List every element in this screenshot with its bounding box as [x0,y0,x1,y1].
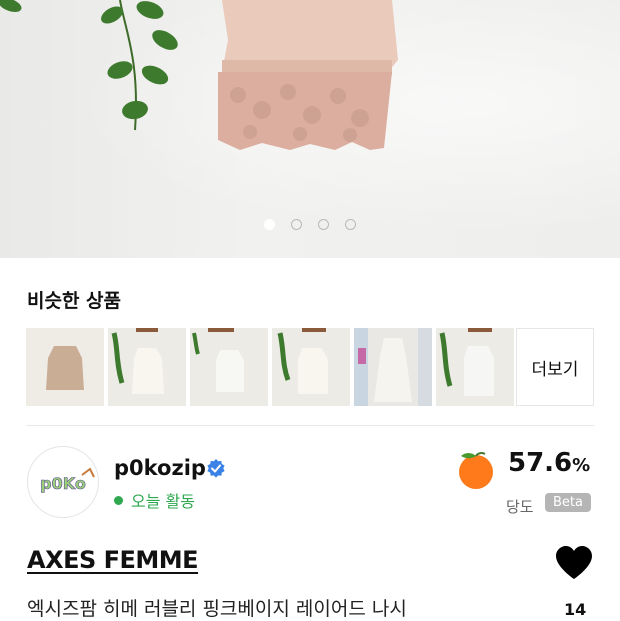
white-lace-dress-image [354,328,432,406]
brand-link[interactable]: AXES FEMME [27,546,199,574]
dangdo-unit: % [572,455,591,476]
white-sleeveless-top-image [190,328,268,406]
carousel-dot-4[interactable] [345,219,356,230]
carousel-dot-3[interactable] [318,219,329,230]
heart-icon[interactable] [554,545,594,581]
similar-product-thumb[interactable] [26,328,104,406]
white-sleeveless-top-image [272,328,350,406]
see-more-button[interactable]: 더보기 [516,328,594,406]
white-sleeveless-top-image [436,328,514,406]
carousel-dot-2[interactable] [291,219,302,230]
seller-logo: p0Ko [40,467,95,493]
peach-icon [459,451,493,489]
product-image[interactable] [0,0,620,258]
dangdo-value: 57.6 [508,448,573,478]
similar-product-thumb[interactable] [190,328,268,406]
seller-status-label: 오늘 활동 [131,492,195,511]
similar-product-thumb[interactable] [436,328,514,406]
active-status-dot [114,495,123,505]
similar-product-thumb[interactable] [108,328,186,406]
seller-name[interactable]: p0kozip [114,456,206,480]
seller-status: 오늘 활동 [114,488,195,512]
section-divider [26,425,594,426]
svg-text:p0Ko: p0Ko [40,474,86,493]
verified-badge-icon [207,459,225,478]
beige-knit-top-image [26,328,104,406]
beta-badge: Beta [545,493,591,512]
similar-product-thumb[interactable] [272,328,350,406]
seller-avatar[interactable]: p0Ko [27,446,99,518]
dangdo-score: 57.6% [508,448,590,478]
similar-products-title: 비슷한 상품 [27,290,122,312]
see-more-label: 더보기 [531,359,579,380]
product-name: 엑시즈팜 히메 러블리 핑크베이지 레이어드 나시 [27,598,407,620]
carousel-indicator[interactable] [0,219,620,233]
dangdo-label: 당도 [506,498,534,516]
carousel-dot-1[interactable] [264,219,275,230]
similar-product-thumb[interactable] [354,328,432,406]
white-sleeveless-top-image [108,328,186,406]
like-count: 14 [564,600,587,619]
